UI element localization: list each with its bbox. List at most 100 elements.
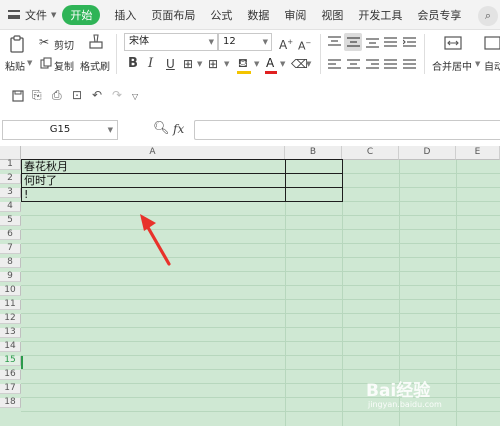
tab-data[interactable]: 数据 xyxy=(247,7,269,23)
justify-icon[interactable] xyxy=(384,58,397,70)
merge-cells-icon[interactable] xyxy=(444,34,462,52)
row-header[interactable]: 2 xyxy=(0,174,21,184)
format-painter-icon[interactable] xyxy=(89,34,103,52)
row-header[interactable]: 5 xyxy=(0,216,21,226)
watermark-url: jingyan.baidu.com xyxy=(368,400,442,409)
row-header[interactable]: 10 xyxy=(0,286,21,296)
chevron-down-icon[interactable]: ▼ xyxy=(224,60,229,68)
row-header[interactable]: 6 xyxy=(0,230,21,240)
row-header[interactable]: 18 xyxy=(0,398,21,408)
row-header[interactable]: 8 xyxy=(0,258,21,268)
align-top-icon[interactable] xyxy=(328,36,341,48)
tab-page-layout[interactable]: 页面布局 xyxy=(151,7,195,23)
row-header[interactable]: 16 xyxy=(0,370,21,380)
increase-font-icon[interactable]: A+ xyxy=(279,35,293,52)
align-left-icon[interactable] xyxy=(328,58,341,70)
tab-view[interactable]: 视图 xyxy=(321,7,343,23)
paste-button[interactable]: 粘贴 xyxy=(5,58,25,73)
watermark: Bai经验 jingyan.baidu.com xyxy=(366,376,490,416)
fill-color-icon[interactable]: ⛾ xyxy=(238,56,248,70)
align-right-icon[interactable] xyxy=(366,58,379,70)
chevron-down-icon[interactable]: ▼ xyxy=(475,60,480,68)
select-all-corner[interactable] xyxy=(0,146,21,160)
tab-formulas[interactable]: 公式 xyxy=(210,7,232,23)
gridline xyxy=(21,243,500,244)
format-painter-button[interactable]: 格式刷 xyxy=(80,58,110,73)
row-header[interactable]: 14 xyxy=(0,342,21,352)
column-header-b[interactable]: B xyxy=(285,146,342,160)
underline-icon[interactable]: U xyxy=(166,57,175,71)
menu-icon[interactable] xyxy=(8,10,20,19)
row-header[interactable]: 1 xyxy=(0,160,21,170)
font-size-select[interactable]: 12 ▼ xyxy=(218,33,272,51)
fill-color-swatch xyxy=(237,71,251,74)
cell-a3[interactable]: ! xyxy=(24,188,28,201)
row-header[interactable]: 17 xyxy=(0,384,21,394)
row-header[interactable]: 4 xyxy=(0,202,21,212)
fx-icon[interactable]: fx xyxy=(173,122,184,136)
cell-border xyxy=(21,173,343,174)
search-icon[interactable]: ⌕ xyxy=(478,6,498,26)
scissors-icon[interactable]: ✂ xyxy=(39,35,49,49)
ribbon-toolbar: 粘贴 ▼ ✂ 剪切 复制 格式刷 宋体 ▼ 12 ▼ A+ A− B I U ⊞… xyxy=(0,30,500,78)
tab-developer[interactable]: 开发工具 xyxy=(358,7,402,23)
watermark-brand: Bai经验 xyxy=(366,381,431,401)
undo-icon[interactable]: ↶ xyxy=(92,88,102,102)
tab-insert[interactable]: 插入 xyxy=(114,7,136,23)
print-preview-icon[interactable]: ⊡ xyxy=(72,88,82,102)
column-header-a[interactable]: A xyxy=(21,146,285,160)
save-icon[interactable] xyxy=(12,90,24,102)
row-header[interactable]: 13 xyxy=(0,328,21,338)
orientation-icon[interactable] xyxy=(384,36,397,48)
cut-button[interactable]: 剪切 xyxy=(54,37,74,52)
zoom-icon[interactable]: 🔍︎ xyxy=(153,122,170,136)
font-color-icon[interactable]: A xyxy=(266,56,274,70)
font-name-select[interactable]: 宋体 ▼ xyxy=(124,33,218,51)
table-style-icon[interactable]: ⊞ xyxy=(208,57,218,71)
redo-icon[interactable]: ↷ xyxy=(112,88,122,102)
row-header[interactable]: 7 xyxy=(0,244,21,254)
customize-icon[interactable]: ▽ xyxy=(132,90,138,104)
cell-a1[interactable]: 春花秋月 xyxy=(24,160,68,173)
formula-input[interactable] xyxy=(194,120,500,140)
print-icon[interactable]: ⎙ xyxy=(52,88,62,102)
cell-a2[interactable]: 何时了 xyxy=(24,174,57,187)
export-icon[interactable]: ⎘ xyxy=(32,88,42,102)
row-header[interactable]: 12 xyxy=(0,314,21,324)
cell-border xyxy=(21,201,343,202)
italic-icon[interactable]: I xyxy=(148,57,153,71)
name-box[interactable]: G15 ▼ xyxy=(2,120,118,140)
chevron-down-icon[interactable]: ▼ xyxy=(280,60,285,68)
gridline xyxy=(21,285,500,286)
tab-start[interactable]: 开始 xyxy=(62,4,101,25)
copy-button[interactable]: 复制 xyxy=(54,58,74,73)
chevron-down-icon[interactable]: ▼ xyxy=(306,60,311,68)
align-center-icon[interactable] xyxy=(347,58,360,70)
copy-icon[interactable] xyxy=(40,57,52,69)
row-header-selected[interactable]: 15 xyxy=(0,356,21,366)
align-bottom-icon[interactable] xyxy=(366,36,379,48)
row-header[interactable]: 9 xyxy=(0,272,21,282)
distributed-icon[interactable] xyxy=(403,58,416,70)
indent-icon[interactable] xyxy=(403,36,416,48)
bold-icon[interactable]: B xyxy=(128,57,138,71)
chevron-down-icon[interactable]: ▼ xyxy=(27,59,32,67)
row-header[interactable]: 11 xyxy=(0,300,21,310)
merge-center-button[interactable]: 合并居中 xyxy=(432,58,472,73)
wrap-text-icon[interactable] xyxy=(484,34,500,52)
column-header-e[interactable]: E xyxy=(456,146,500,160)
tab-member[interactable]: 会员专享 xyxy=(417,7,461,23)
decrease-font-icon[interactable]: A− xyxy=(298,36,311,54)
row-header[interactable]: 3 xyxy=(0,188,21,198)
menu-file[interactable]: 文件 xyxy=(25,7,47,23)
quick-access-toolbar: ⎘ ⎙ ⊡ ↶ ↷ ▽ xyxy=(0,84,500,108)
chevron-down-icon[interactable]: ▼ xyxy=(254,60,259,68)
column-header-d[interactable]: D xyxy=(399,146,456,160)
chevron-down-icon[interactable]: ▼ xyxy=(51,11,56,19)
column-header-c[interactable]: C xyxy=(342,146,399,160)
tab-review[interactable]: 审阅 xyxy=(284,7,306,23)
chevron-down-icon[interactable]: ▼ xyxy=(197,60,202,68)
paste-icon[interactable] xyxy=(9,35,25,53)
auto-wrap-button[interactable]: 自动 xyxy=(484,58,500,73)
border-icon[interactable]: ⊞ xyxy=(183,57,193,71)
